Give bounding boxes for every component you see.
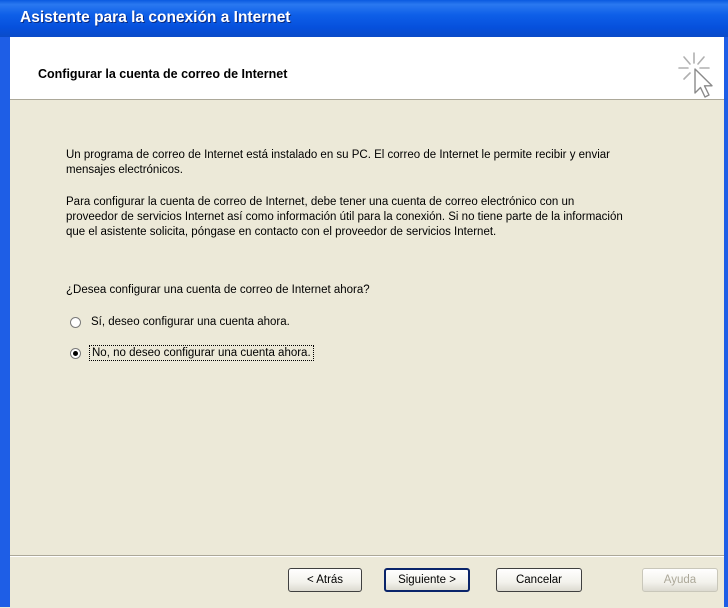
help-button[interactable]: Ayuda — [642, 568, 718, 592]
question-label: ¿Desea configurar una cuenta de correo d… — [66, 284, 370, 296]
radio-no[interactable] — [70, 347, 81, 359]
wizard-footer: < Atrás Siguiente > Cancelar Ayuda — [10, 555, 724, 608]
option-no-label[interactable]: No, no deseo configurar una cuenta ahora… — [89, 345, 314, 361]
option-no[interactable]: No, no deseo configurar una cuenta ahora… — [70, 345, 314, 361]
intro-paragraph: Un programa de correo de Internet está i… — [66, 149, 610, 176]
option-yes[interactable]: Sí, deseo configurar una cuenta ahora. — [70, 316, 290, 328]
wizard-content: Un programa de correo de Internet está i… — [10, 100, 724, 565]
info-paragraph: Para configurar la cuenta de correo de I… — [66, 196, 623, 238]
wizard-cursor-icon — [678, 52, 713, 98]
wizard-header: Configurar la cuenta de correo de Intern… — [10, 37, 724, 100]
window-frame-left — [0, 37, 10, 607]
title-bar[interactable]: Asistente para la conexión a Internet — [0, 0, 728, 37]
window-frame-right — [724, 37, 728, 607]
next-button[interactable]: Siguiente > — [384, 568, 470, 592]
radio-yes[interactable] — [70, 316, 81, 328]
window-title: Asistente para la conexión a Internet — [20, 9, 291, 26]
cancel-button[interactable]: Cancelar — [496, 568, 582, 592]
back-button[interactable]: < Atrás — [288, 568, 362, 592]
page-title: Configurar la cuenta de correo de Intern… — [38, 67, 288, 81]
option-yes-label[interactable]: Sí, deseo configurar una cuenta ahora. — [91, 316, 290, 328]
